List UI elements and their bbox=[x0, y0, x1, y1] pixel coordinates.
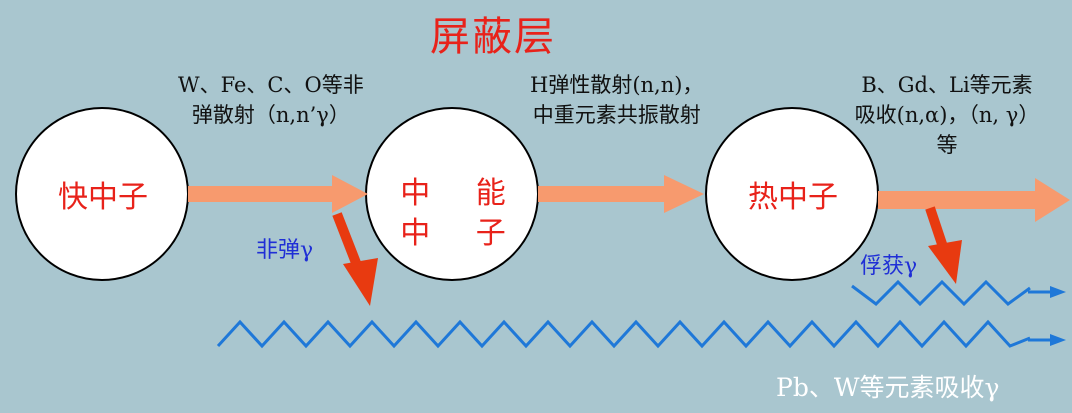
flow-arrow-thermal-out bbox=[878, 178, 1070, 222]
mid-to-thermal-line1: H弹性散射(n,n)， bbox=[530, 73, 704, 97]
mid-to-thermal-line2: 中重元素共振散射 bbox=[532, 103, 701, 127]
thermal-process: B、Gd、Li等元素 吸收(n,α)，（n, γ） 等 bbox=[822, 70, 1072, 160]
diagram-title: 屏蔽层 bbox=[430, 14, 556, 60]
fast-to-mid-line2: 弹散射（n,n’γ） bbox=[191, 103, 350, 127]
gamma-absorption-label: Pb、W等元素吸收γ bbox=[776, 373, 1000, 402]
thermal-neutron-label: 热中子 bbox=[748, 180, 838, 215]
intermediate-neutron-label: 中 能 中 子 bbox=[400, 176, 524, 251]
inelastic-gamma-wave bbox=[216, 319, 1031, 349]
capture-gamma-arrow bbox=[925, 206, 962, 284]
thermal-line3: 等 bbox=[936, 133, 958, 157]
fast-to-mid-line1: W、Fe、C、O等非 bbox=[178, 73, 364, 97]
capture-wave-arrowhead bbox=[1050, 286, 1066, 298]
fast-to-mid-process: W、Fe、C、O等非 弹散射（n,n’γ） bbox=[178, 70, 364, 130]
capture-gamma-wave bbox=[851, 279, 1031, 307]
inelastic-wave-arrowhead bbox=[1050, 334, 1066, 346]
inelastic-gamma-label: 非弹γ bbox=[256, 238, 314, 263]
fast-neutron-label: 快中子 bbox=[58, 180, 148, 215]
flow-arrow-mid-to-thermal bbox=[538, 175, 704, 213]
thermal-line1: B、Gd、Li等元素 bbox=[861, 73, 1033, 97]
capture-gamma-label: 俘获γ bbox=[860, 254, 918, 279]
thermal-line2: 吸收(n,α)，（n, γ） bbox=[854, 103, 1040, 127]
mid-to-thermal-process: H弹性散射(n,n)， 中重元素共振散射 bbox=[530, 70, 703, 130]
flow-arrow-fast-to-mid bbox=[188, 175, 368, 213]
